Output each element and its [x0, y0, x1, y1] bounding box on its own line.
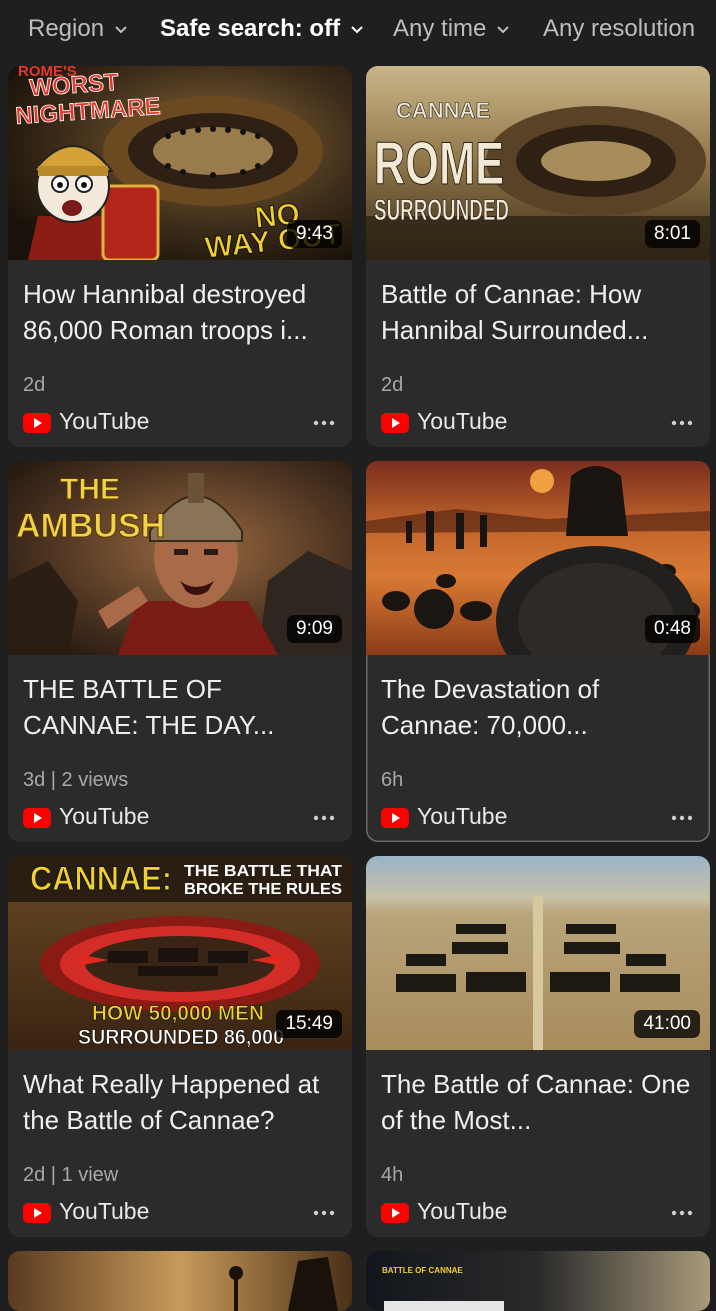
- more-options-icon[interactable]: [668, 1202, 696, 1224]
- source-name: YouTube: [417, 1198, 508, 1224]
- svg-text:HOW 50,000 MEN: HOW 50,000 MEN: [92, 1002, 264, 1025]
- chevron-down-icon: [114, 22, 128, 36]
- youtube-logo-icon: [23, 412, 51, 433]
- youtube-logo-icon: [381, 1202, 409, 1223]
- source-link[interactable]: YouTube: [23, 1198, 149, 1225]
- source-link[interactable]: YouTube: [381, 1198, 507, 1225]
- youtube-logo-icon: [381, 412, 409, 433]
- video-title[interactable]: Battle of Cannae: How Hannibal Surrounde…: [381, 276, 699, 348]
- video-thumbnail[interactable]: CANNAE: THE BATTLE THAT BROKE THE RULES …: [8, 856, 352, 1050]
- video-title[interactable]: THE BATTLE OF CANNAE: THE DAY...: [23, 671, 341, 743]
- source-name: YouTube: [59, 803, 150, 829]
- video-thumbnail[interactable]: BATTLE OF CANNAE: [366, 1251, 710, 1311]
- filter-region[interactable]: Region: [28, 0, 128, 58]
- thumbnail-caption: BATTLE OF CANNAE: [382, 1266, 463, 1275]
- video-meta: 4h: [381, 1164, 404, 1186]
- video-title[interactable]: What Really Happened at the Battle of Ca…: [23, 1066, 341, 1138]
- video-duration: 0:48: [645, 615, 700, 643]
- video-title[interactable]: How Hannibal destroyed 86,000 Roman troo…: [23, 276, 341, 348]
- filter-safe-search[interactable]: Safe search: off: [160, 0, 364, 58]
- source-link[interactable]: YouTube: [23, 408, 149, 435]
- video-duration: 9:43: [287, 220, 342, 248]
- video-duration: 8:01: [645, 220, 700, 248]
- svg-text:BROKE THE RULES: BROKE THE RULES: [184, 881, 342, 898]
- youtube-logo-icon: [381, 807, 409, 828]
- video-title[interactable]: The Battle of Cannae: One of the Most...: [381, 1066, 699, 1138]
- svg-text:THE BATTLE THAT: THE BATTLE THAT: [184, 863, 342, 880]
- video-duration: 15:49: [276, 1010, 342, 1038]
- result-card[interactable]: BATTLE OF CANNAE: [366, 1251, 710, 1311]
- result-card[interactable]: [8, 1251, 352, 1311]
- filter-region-label: Region: [28, 15, 105, 42]
- chevron-down-icon: [496, 22, 510, 36]
- video-thumbnail[interactable]: ROME'S WORST NIGHTMARE NO WAY OUT 9:43: [8, 66, 352, 260]
- svg-text:SURROUNDED 86,000: SURROUNDED 86,000: [78, 1026, 284, 1049]
- result-card[interactable]: CANNAE ROME SURROUNDED 8:01 Battle of Ca…: [366, 66, 710, 447]
- youtube-logo-icon: [23, 807, 51, 828]
- video-thumbnail[interactable]: 0:48: [366, 461, 710, 655]
- filter-time-label: Any time: [393, 15, 487, 42]
- source-name: YouTube: [417, 803, 508, 829]
- result-card[interactable]: ROME'S WORST NIGHTMARE NO WAY OUT 9:43 H…: [8, 66, 352, 447]
- video-thumbnail[interactable]: THE AMBUSH 9:09: [8, 461, 352, 655]
- filter-bar: Region Safe search: off Any time Any res…: [0, 0, 716, 58]
- svg-text:CANNAE:: CANNAE:: [30, 860, 172, 898]
- scroll-fade: [698, 0, 716, 58]
- result-card[interactable]: THE AMBUSH 9:09 THE BATTLE OF CANNAE: TH…: [8, 461, 352, 842]
- more-options-icon[interactable]: [310, 1202, 338, 1224]
- source-name: YouTube: [59, 1198, 150, 1224]
- source-link[interactable]: YouTube: [23, 803, 149, 830]
- more-options-icon[interactable]: [310, 807, 338, 829]
- filter-resolution[interactable]: Any resolution: [543, 0, 695, 58]
- video-duration: 41:00: [634, 1010, 700, 1038]
- result-card[interactable]: 0:48 The Devastation of Cannae: 70,000..…: [366, 461, 710, 842]
- result-card[interactable]: 41:00 The Battle of Cannae: One of the M…: [366, 856, 710, 1237]
- video-meta: 2d: [23, 374, 46, 396]
- svg-text:SURROUNDED: SURROUNDED: [374, 194, 509, 227]
- video-thumbnail[interactable]: CANNAE ROME SURROUNDED 8:01: [366, 66, 710, 260]
- svg-text:THE: THE: [60, 473, 120, 506]
- more-options-icon[interactable]: [310, 412, 338, 434]
- source-name: YouTube: [417, 408, 508, 434]
- svg-text:CANNAE: CANNAE: [396, 98, 490, 123]
- source-name: YouTube: [59, 408, 150, 434]
- source-link[interactable]: YouTube: [381, 408, 507, 435]
- video-meta: 2d: [381, 374, 404, 396]
- filter-resolution-label: Any resolution: [543, 15, 696, 42]
- youtube-logo-icon: [23, 1202, 51, 1223]
- chevron-down-icon: [350, 22, 364, 36]
- svg-text:AMBUSH: AMBUSH: [16, 507, 165, 545]
- svg-text:ROME: ROME: [374, 130, 504, 197]
- video-thumbnail[interactable]: 41:00: [366, 856, 710, 1050]
- video-meta: 2d | 1 view: [23, 1164, 119, 1186]
- result-card[interactable]: CANNAE: THE BATTLE THAT BROKE THE RULES …: [8, 856, 352, 1237]
- filter-safe-search-label: Safe search: off: [160, 15, 341, 42]
- filter-time[interactable]: Any time: [393, 0, 510, 58]
- video-duration: 9:09: [287, 615, 342, 643]
- source-link[interactable]: YouTube: [381, 803, 507, 830]
- video-meta: 6h: [381, 769, 404, 791]
- video-thumbnail[interactable]: [8, 1251, 352, 1311]
- video-meta: 3d | 2 views: [23, 769, 129, 791]
- more-options-icon[interactable]: [668, 807, 696, 829]
- video-title[interactable]: The Devastation of Cannae: 70,000...: [381, 671, 699, 743]
- more-options-icon[interactable]: [668, 412, 696, 434]
